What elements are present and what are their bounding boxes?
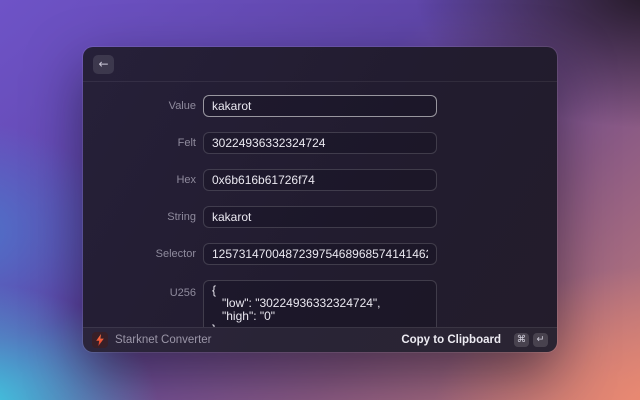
form-row-u256: U256 { "low": "30224936332324724", "high… [83, 280, 557, 327]
footer-bar: Starknet Converter Copy to Clipboard ⌘ ↵ [83, 327, 557, 352]
back-button[interactable]: ← [93, 54, 114, 74]
u256-label: U256 [169, 287, 196, 299]
cmd-key-icon: ⌘ [514, 333, 529, 347]
form-row-value: Value [83, 95, 557, 117]
string-label: String [167, 211, 196, 223]
enter-key-icon: ↵ [533, 333, 548, 347]
string-input[interactable] [203, 206, 437, 228]
form-row-string: String [83, 206, 557, 228]
felt-input[interactable] [203, 132, 437, 154]
app-name: Starknet Converter [115, 334, 212, 346]
hex-input[interactable] [203, 169, 437, 191]
felt-label: Felt [177, 137, 196, 149]
selector-input[interactable] [203, 243, 437, 265]
form-row-selector: Selector [83, 243, 557, 265]
lightning-icon [92, 332, 108, 348]
starknet-converter-window: ← Value Felt Hex String Selector U256 { … [83, 47, 557, 352]
u256-textarea[interactable]: { "low": "30224936332324724", "high": "0… [203, 280, 437, 327]
hex-label: Hex [176, 174, 196, 186]
form-row-hex: Hex [83, 169, 557, 191]
form: Value Felt Hex String Selector U256 { "l… [83, 82, 557, 327]
value-input[interactable] [203, 95, 437, 117]
form-row-felt: Felt [83, 132, 557, 154]
value-label: Value [168, 100, 196, 112]
copy-to-clipboard-button[interactable]: Copy to Clipboard [401, 334, 501, 346]
window-header: ← [83, 47, 557, 82]
selector-label: Selector [155, 248, 196, 260]
